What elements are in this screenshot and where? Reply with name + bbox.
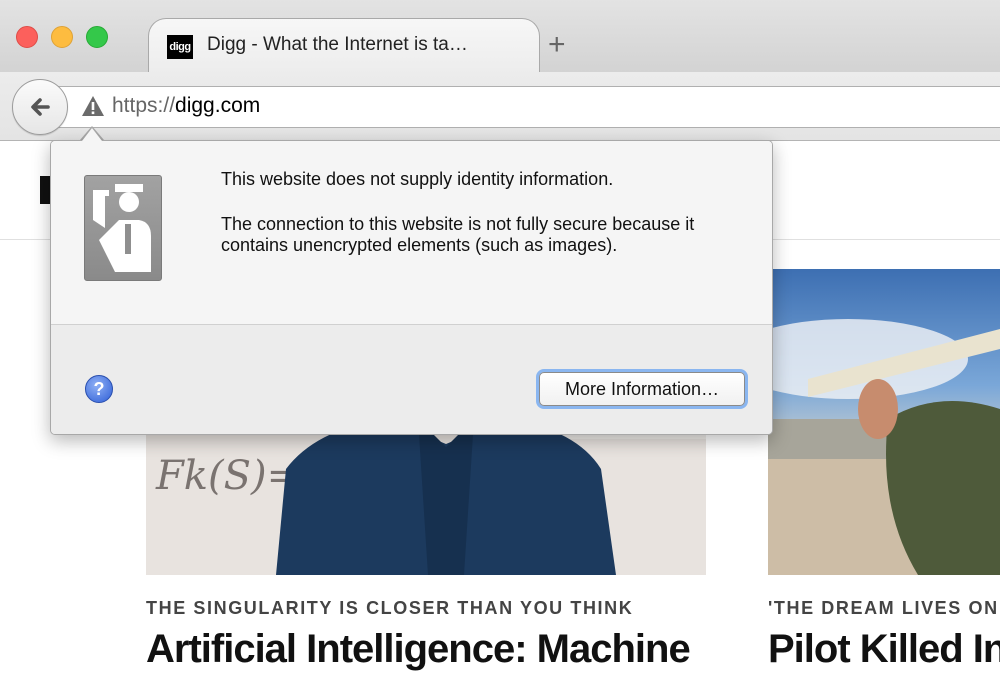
article-eyebrow[interactable]: THE SINGULARITY IS CLOSER THAN YOU THINK — [146, 598, 633, 619]
tab-digg[interactable]: digg Digg - What the Internet is ta… — [148, 18, 540, 75]
more-information-button[interactable]: More Information… — [539, 372, 745, 406]
url-scheme: https:// — [112, 94, 176, 117]
site-identity-popup: This website does not supply identity in… — [50, 140, 773, 435]
security-message: The connection to this website is not fu… — [221, 214, 695, 255]
back-arrow-icon — [31, 98, 50, 116]
pilot-illustration — [768, 319, 1000, 575]
article-eyebrow[interactable]: 'THE DREAM LIVES ON — [768, 598, 999, 619]
article-headline[interactable]: Artificial Intelligence: Machine — [146, 627, 691, 672]
warning-triangle-icon[interactable] — [80, 94, 106, 118]
identity-officer-icon — [84, 175, 162, 281]
minimize-window-button[interactable] — [51, 26, 73, 48]
article-headline[interactable]: Pilot Killed In — [768, 627, 1000, 672]
popup-arrow-fill — [82, 128, 102, 141]
article-image-pilot[interactable] — [768, 269, 1000, 575]
help-button[interactable]: ? — [85, 375, 113, 403]
url-host: digg.com — [175, 94, 261, 117]
back-button[interactable] — [12, 79, 68, 135]
title-bar: digg Digg - What the Internet is ta… + — [0, 0, 1000, 75]
digg-favicon-icon: digg — [167, 35, 193, 59]
new-tab-button[interactable]: + — [548, 30, 566, 60]
close-window-button[interactable] — [16, 26, 38, 48]
tab-title: Digg - What the Internet is ta… — [207, 34, 468, 55]
maximize-window-button[interactable] — [86, 26, 108, 48]
url-text[interactable]: https://digg.com — [112, 94, 260, 118]
identity-message: This website does not supply identity in… — [221, 169, 614, 189]
